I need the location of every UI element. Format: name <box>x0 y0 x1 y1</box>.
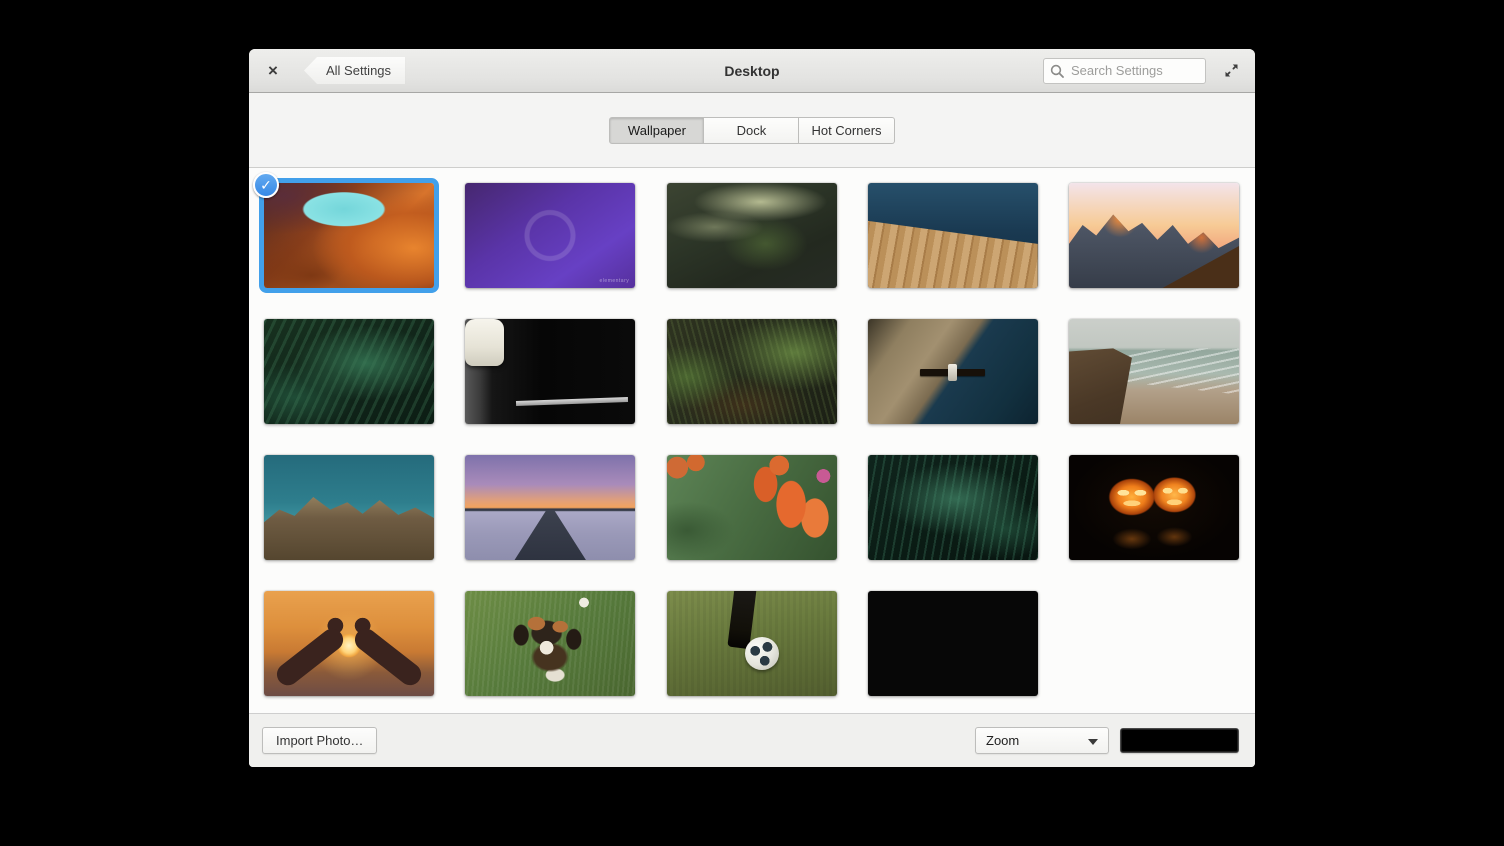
tab-hot-corners[interactable]: Hot Corners <box>799 117 894 144</box>
wallpaper-image-sunset-peaks <box>1069 183 1239 288</box>
wallpaper-thumbnail-misty-forest[interactable] <box>667 183 837 288</box>
action-bar: Import Photo… Zoom <box>249 713 1255 767</box>
wallpaper-thumbnail-tulips[interactable] <box>667 455 837 560</box>
wallpaper-thumbnail-purple[interactable]: elementary <box>465 183 635 288</box>
wallpaper-image-canyon <box>264 183 434 288</box>
wallpaper-image-pine <box>667 319 837 424</box>
wallpaper-thumbnail-puppy[interactable] <box>465 591 635 696</box>
selected-check-badge: ✓ <box>253 172 279 198</box>
wallpaper-thumbnail-coast[interactable] <box>1069 319 1239 424</box>
zoom-style-dropdown-value: Zoom <box>986 733 1019 748</box>
wallpaper-thumbnail-black[interactable] <box>868 591 1038 696</box>
wallpaper-image-coast <box>1069 319 1239 424</box>
search-field-wrap <box>1043 58 1206 84</box>
headerbar: × All Settings Desktop <box>249 49 1255 93</box>
wallpaper-thumbnail-lantern[interactable] <box>465 319 635 424</box>
zoom-style-dropdown[interactable]: Zoom <box>975 727 1109 754</box>
wallpaper-thumbnail-pier[interactable] <box>465 455 635 560</box>
wallpaper-image-pumpkins <box>1069 455 1239 560</box>
wallpaper-thumbnail-boardwalk[interactable] <box>868 183 1038 288</box>
wallpaper-grid: ✓ elementary <box>264 183 1239 696</box>
wallpaper-thumbnail-sunset-peaks[interactable] <box>1069 183 1239 288</box>
wallpaper-image-puppy <box>465 591 635 696</box>
wallpaper-image-purple: elementary <box>465 183 635 288</box>
wallpaper-image-black <box>868 591 1038 696</box>
search-input[interactable] <box>1043 58 1206 84</box>
wallpaper-thumbnail-ferns[interactable] <box>264 319 434 424</box>
wallpaper-image-boardwalk <box>868 183 1038 288</box>
wallpaper-thumbnail-snowy[interactable] <box>264 455 434 560</box>
wallpaper-thumbnail-canyon[interactable]: ✓ <box>264 183 434 288</box>
all-settings-back-button[interactable]: All Settings <box>304 57 405 84</box>
wallpaper-image-dark-ferns <box>868 455 1038 560</box>
wallpaper-thumbnail-dark-ferns[interactable] <box>868 455 1038 560</box>
wallpaper-thumbnail-heart[interactable] <box>264 591 434 696</box>
tab-dock[interactable]: Dock <box>704 117 799 144</box>
import-photo-button[interactable]: Import Photo… <box>262 727 377 754</box>
wallpaper-image-misty-forest <box>667 183 837 288</box>
wallpaper-thumbnail-pumpkins[interactable] <box>1069 455 1239 560</box>
wallpaper-thumbnail-soccer[interactable] <box>667 591 837 696</box>
wallpaper-logo-text: elementary <box>600 278 630 284</box>
fullscreen-expand-icon[interactable] <box>1220 60 1242 82</box>
wallpaper-image-pier <box>465 455 635 560</box>
wallpaper-image-heart <box>264 591 434 696</box>
settings-window: × All Settings Desktop Wallp <box>249 49 1255 767</box>
wallpaper-thumbnail-satellite[interactable] <box>868 319 1038 424</box>
close-icon[interactable]: × <box>262 60 284 82</box>
wallpaper-image-ferns <box>264 319 434 424</box>
tab-wallpaper[interactable]: Wallpaper <box>609 117 704 144</box>
wallpaper-image-snowy <box>264 455 434 560</box>
wallpaper-image-soccer <box>667 591 837 696</box>
wallpaper-grid-area: ✓ elementary <box>249 168 1255 713</box>
view-mode-tabs: WallpaperDockHot Corners <box>609 117 894 144</box>
wallpaper-image-satellite <box>868 319 1038 424</box>
search-icon <box>1050 64 1064 78</box>
chevron-down-icon <box>1088 739 1098 745</box>
wallpaper-image-tulips <box>667 455 837 560</box>
background-color-picker-button[interactable] <box>1120 728 1239 753</box>
wallpaper-thumbnail-pine[interactable] <box>667 319 837 424</box>
tab-strip-area: WallpaperDockHot Corners <box>249 93 1255 168</box>
wallpaper-image-lantern <box>465 319 635 424</box>
